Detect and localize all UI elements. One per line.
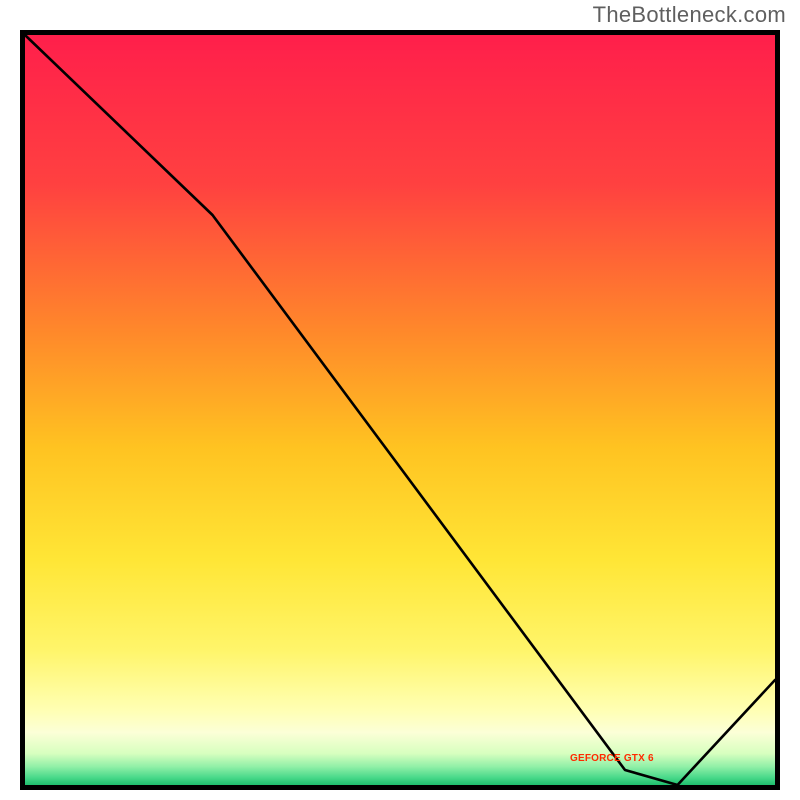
series-label: GEFORCE GTX 6 (570, 753, 654, 764)
bottleneck-line (25, 35, 775, 785)
chart-container: TheBottleneck.com GEFORCE GTX 6 (0, 0, 800, 800)
watermark-text: TheBottleneck.com (593, 2, 786, 28)
